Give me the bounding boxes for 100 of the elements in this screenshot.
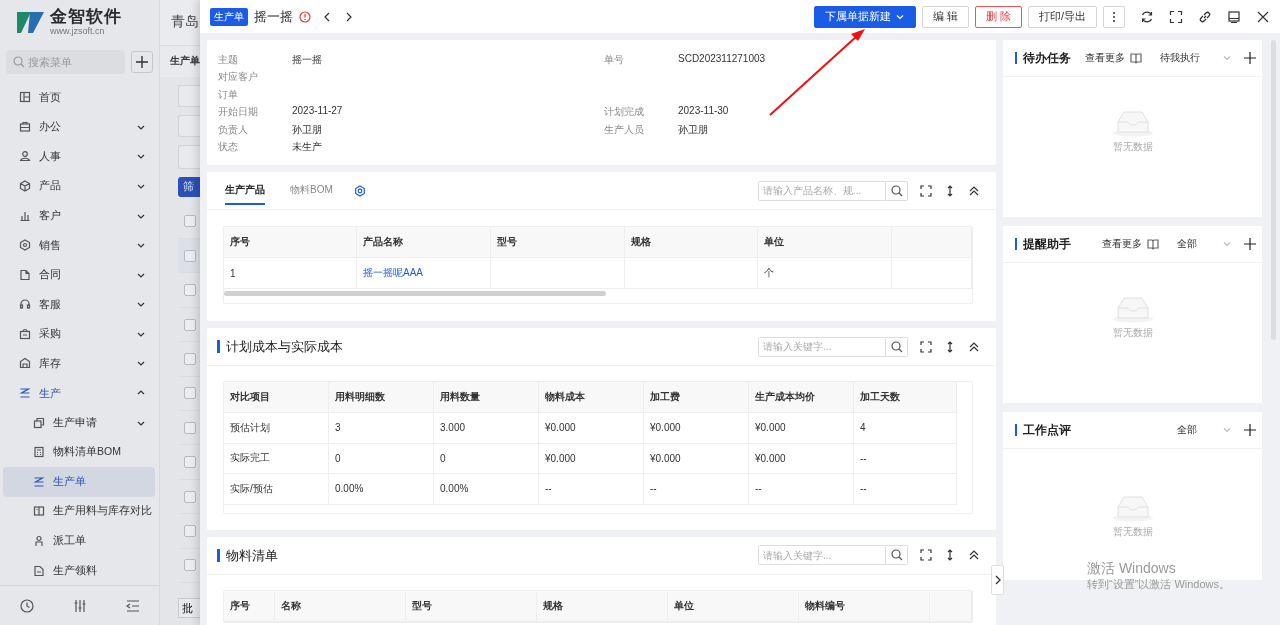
collapse-menu-icon[interactable] <box>124 597 141 614</box>
checkbox[interactable] <box>184 456 196 469</box>
expand-handle[interactable] <box>991 565 1004 595</box>
calculator-icon <box>33 446 45 459</box>
filter-dropdown[interactable]: 全部 <box>1177 237 1232 251</box>
search-field[interactable]: 请输入关键字... <box>758 336 886 357</box>
menu-item[interactable]: 生产领料 <box>3 555 155 586</box>
fullscreen-icon[interactable] <box>920 184 932 197</box>
batch-button[interactable]: 批 <box>178 598 200 618</box>
add-button[interactable] <box>131 51 153 74</box>
column-header: 加工天数 <box>854 382 957 413</box>
menu-item[interactable]: 生产申请 <box>3 407 155 438</box>
add-icon[interactable] <box>1244 52 1256 64</box>
field-label: 状态 <box>218 140 239 155</box>
chevron-icon <box>1222 53 1232 63</box>
add-icon[interactable] <box>1244 424 1256 436</box>
field-value: 2023-11-27 <box>292 105 343 119</box>
table-cell: 0 <box>329 443 434 474</box>
filter-button[interactable]: 筛 <box>178 176 200 197</box>
product-link[interactable]: 摇一摇呢AAA <box>363 266 423 280</box>
collapse-icon[interactable] <box>968 184 980 197</box>
search-field[interactable]: 搜索菜单 <box>6 50 125 75</box>
briefcase-icon <box>19 120 31 133</box>
menu-item[interactable]: 首页 <box>0 82 159 112</box>
checkbox[interactable] <box>184 490 196 503</box>
menu-item[interactable]: 生产单 <box>3 467 155 497</box>
alert-icon <box>299 10 311 23</box>
tab[interactable]: 生产产品 <box>225 176 265 205</box>
filter-dropdown[interactable]: 全部 <box>1177 423 1232 437</box>
menu-item[interactable]: 客服 <box>0 289 159 320</box>
search-button[interactable] <box>886 336 908 357</box>
checkbox[interactable] <box>184 524 196 537</box>
filter-field[interactable] <box>178 114 200 137</box>
column-header: 对比项目 <box>224 382 329 413</box>
activation-title: 激活 Windows <box>1087 559 1177 577</box>
view-more-link[interactable]: 查看更多 <box>1102 237 1142 251</box>
checkbox[interactable] <box>184 387 196 400</box>
more-icon <box>1112 10 1116 23</box>
fullscreen-icon[interactable] <box>1169 9 1183 24</box>
menu-item[interactable]: 库存 <box>0 348 159 379</box>
fullscreen-icon[interactable] <box>920 549 932 561</box>
table-cell: 4 <box>854 413 957 444</box>
panel-title: 工作点评 <box>1015 424 1071 436</box>
monitor-icon[interactable] <box>1227 9 1241 24</box>
filter-field[interactable] <box>178 144 200 169</box>
checkbox[interactable] <box>184 318 196 331</box>
menu-item[interactable]: 物料清单BOM <box>3 437 155 468</box>
chevron-icon <box>1222 239 1232 249</box>
search-icon <box>13 56 25 69</box>
search-icon <box>890 184 903 197</box>
tab[interactable]: 物料BOM <box>290 176 333 205</box>
close-icon[interactable] <box>1256 9 1270 24</box>
checkbox[interactable] <box>184 421 196 434</box>
menu-item[interactable]: 采购 <box>0 319 159 349</box>
fullscreen-icon[interactable] <box>920 340 932 353</box>
menu-item[interactable]: 人事 <box>0 141 159 172</box>
action-button[interactable]: 编 辑 <box>921 5 969 28</box>
column-header: 规格 <box>537 590 668 622</box>
flow-icon <box>33 475 45 488</box>
menu-item[interactable]: 派工单 <box>3 526 155 556</box>
action-button[interactable]: 下属单据新建 <box>813 5 916 28</box>
field-value: 2023-11-30 <box>678 105 729 119</box>
checkbox[interactable] <box>184 284 196 297</box>
collapse-icon[interactable] <box>968 549 980 561</box>
person-icon <box>33 535 45 548</box>
add-icon[interactable] <box>1244 238 1256 250</box>
action-button[interactable]: 打印/导出 <box>1027 5 1097 28</box>
filter-field[interactable] <box>178 84 200 107</box>
columns-icon <box>33 505 45 518</box>
menu-item[interactable]: 生产用料与库存对比 <box>3 496 155 527</box>
settings-icon[interactable] <box>353 184 366 197</box>
refresh-icon[interactable] <box>1140 9 1154 24</box>
table-cell: ¥0.000 <box>539 413 644 444</box>
history-icon[interactable] <box>18 597 35 614</box>
checkbox[interactable] <box>184 559 196 572</box>
table-cell: 实际完工 <box>224 443 329 474</box>
search-field[interactable]: 请输入产品名称、规... <box>758 180 886 201</box>
page-tab[interactable]: 生产单 <box>170 54 200 69</box>
more-button[interactable] <box>1103 5 1125 28</box>
scrollbar[interactable] <box>224 291 606 296</box>
action-button[interactable]: 删 除 <box>974 5 1022 28</box>
document-title: 摇一摇 <box>254 7 293 26</box>
checkbox[interactable] <box>184 215 196 228</box>
filter-dropdown[interactable]: 待我执行 <box>1160 51 1232 65</box>
column-header: 型号 <box>491 227 625 258</box>
empty-tray-icon <box>1111 297 1154 323</box>
menu-item[interactable]: 办公 <box>0 111 159 142</box>
search-button[interactable] <box>886 180 908 201</box>
search-field[interactable]: 请输入关键字... <box>758 545 886 565</box>
menu-item[interactable]: 客户 <box>0 200 159 231</box>
search-button[interactable] <box>886 545 908 565</box>
view-more-link[interactable]: 查看更多 <box>1085 51 1125 65</box>
link-icon[interactable] <box>1198 9 1212 24</box>
menu-item[interactable]: 销售 <box>0 230 159 260</box>
checkbox[interactable] <box>184 249 196 262</box>
menu-item[interactable]: 产品 <box>0 171 159 201</box>
collapse-icon[interactable] <box>968 340 980 353</box>
checkbox[interactable] <box>184 352 196 365</box>
menu-item[interactable]: 合同 <box>0 259 159 290</box>
menu-item[interactable]: 生产 <box>0 378 159 408</box>
